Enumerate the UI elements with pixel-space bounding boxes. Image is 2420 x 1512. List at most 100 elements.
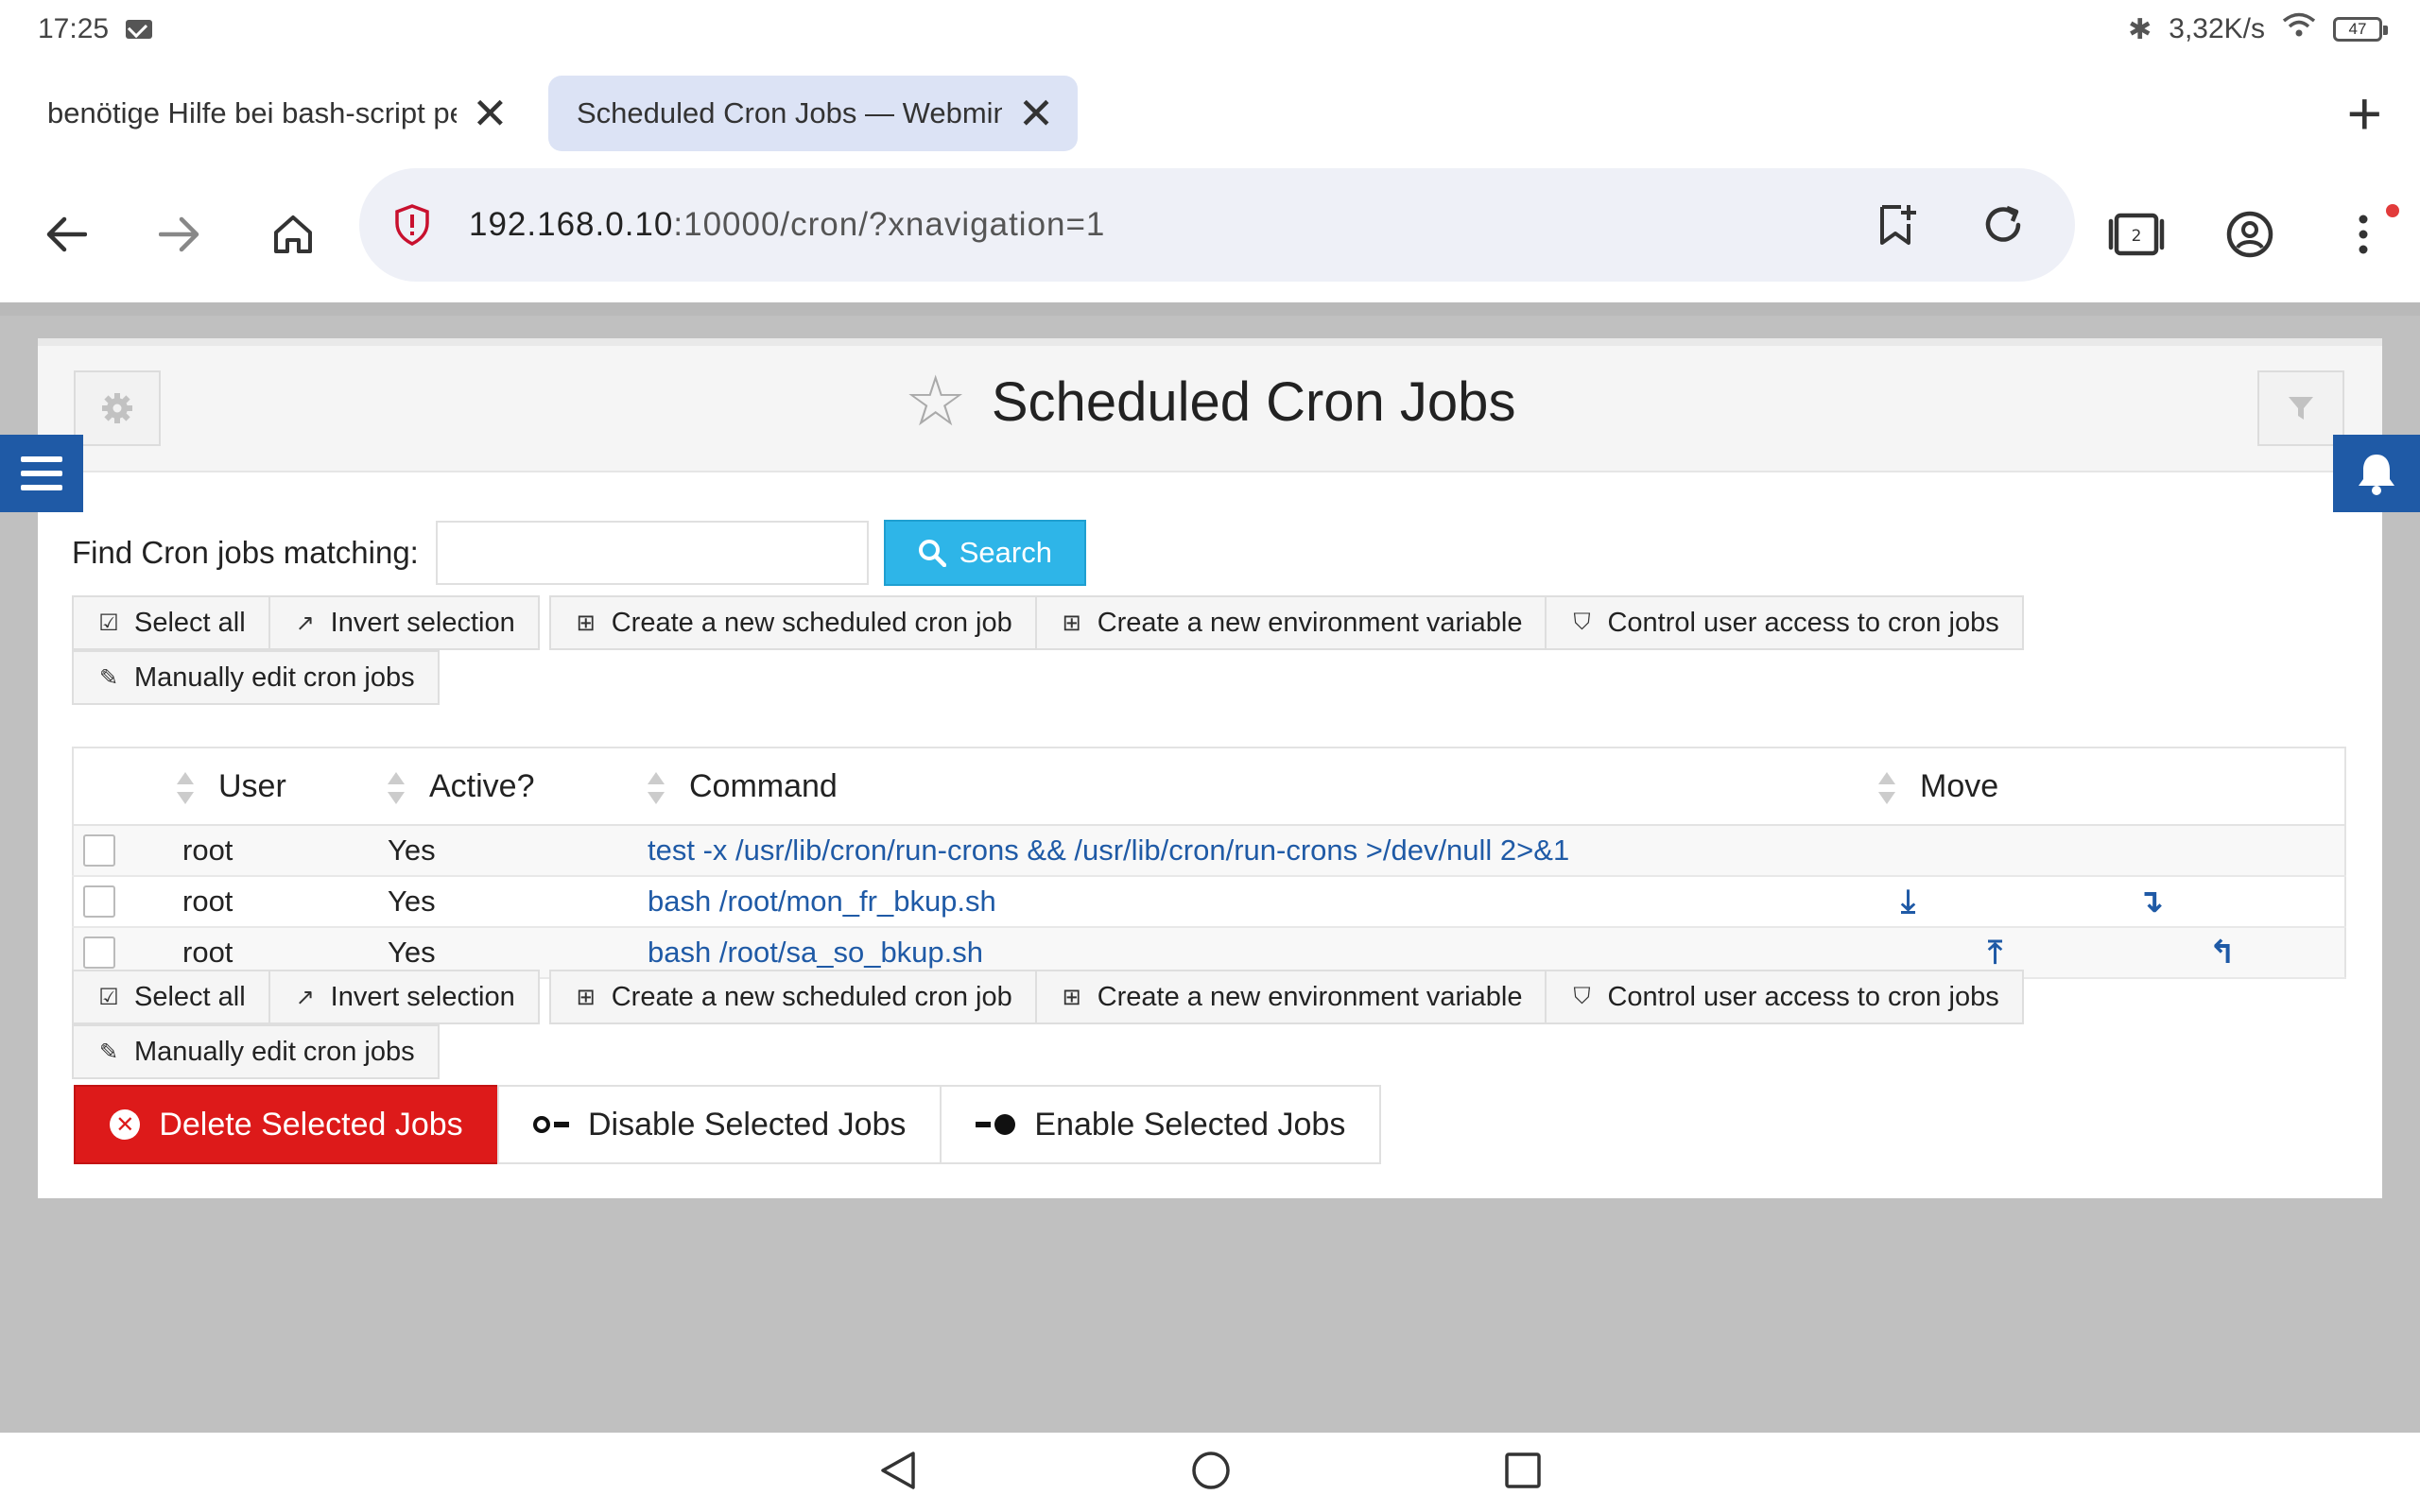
bookmark-add-icon[interactable] [1863,191,1931,259]
search-icon [918,540,946,567]
search-button[interactable]: Search [883,520,1086,586]
control-user-access-button[interactable]: ⛉ Control user access to cron jobs [1545,970,2024,1024]
tab-switcher-icon[interactable]: 2 [2080,197,2193,272]
overflow-menu-icon[interactable] [2307,197,2420,272]
plus-square-icon: ⊞ [576,984,596,1010]
tab-count: 2 [2132,227,2142,246]
reload-icon[interactable] [1969,191,2037,259]
create-job-label: Create a new scheduled cron job [611,981,1012,1012]
move-column-header[interactable]: Move [1878,747,2345,826]
user-column-header[interactable]: User [177,747,388,826]
recents-square-icon[interactable] [1505,1452,1541,1493]
select-all-button[interactable]: ☑ Select all [72,595,270,650]
create-cron-job-button[interactable]: ⊞ Create a new scheduled cron job [548,595,1037,650]
tab-webmin-cron[interactable]: Scheduled Cron Jobs — Webmin ✕ [548,76,1078,151]
manual-edit-button[interactable]: ✎ Manually edit cron jobs [72,650,440,705]
manual-edit-label: Manually edit cron jobs [134,662,415,693]
back-triangle-icon[interactable] [879,1451,917,1495]
select-all-button[interactable]: ☑ Select all [72,970,270,1024]
row-checkbox[interactable] [83,834,115,867]
move-to-top-icon[interactable]: ⤒ [1988,935,2002,971]
move-to-bottom-icon[interactable]: ⤓ [1901,884,1915,920]
manual-edit-button[interactable]: ✎ Manually edit cron jobs [72,1024,440,1079]
times-circle-icon: ✕ [110,1109,141,1140]
url-host: 192.168.0.10 [469,206,674,243]
job-active: Yes [388,825,648,877]
url-text: 192.168.0.10:10000/cron/?xnavigation=1 [469,206,1105,244]
row-checkbox[interactable] [83,885,115,918]
network-speed: 3,32K/s [2169,13,2265,44]
create-env-variable-button[interactable]: ⊞ Create a new environment variable [1034,970,1547,1024]
disable-selected-button[interactable]: Disable Selected Jobs [497,1085,942,1164]
move-down-icon[interactable]: ↴ [2137,883,2165,920]
job-active: Yes [388,876,648,928]
star-icon[interactable]: ☆ [905,367,967,437]
bulk-actions: ✕ Delete Selected Jobs Disable Selected … [74,1085,1382,1164]
job-command-link[interactable]: test -x /usr/lib/cron/run-crons && /usr/… [648,833,1569,867]
sort-icon [177,771,194,804]
tab-help-forum[interactable]: benötige Hilfe bei bash-script per cron … [19,76,529,151]
command-column-header[interactable]: Command [648,747,1878,826]
cron-jobs-table: User Active? Command Move root Yes test … [72,747,2346,979]
enable-selected-button[interactable]: Enable Selected Jobs [940,1085,1382,1164]
browser-toolbar: 192.168.0.10:10000/cron/?xnavigation=1 2 [0,166,2420,302]
search-input[interactable] [435,521,869,585]
search-row: Find Cron jobs matching: Search [72,520,1086,586]
shield-icon: ⛉ [1573,984,1591,1009]
home-circle-icon[interactable] [1191,1451,1231,1495]
search-button-label: Search [959,536,1052,569]
wifi-icon [2282,12,2316,46]
browser-tab-strip: benötige Hilfe bei bash-script per cron … [0,59,2420,166]
sort-icon [1878,771,1895,804]
select-all-label: Select all [134,607,246,638]
job-command-link[interactable]: bash /root/mon_fr_bkup.sh [648,885,996,918]
create-env-label: Create a new environment variable [1097,607,1523,638]
job-command-link[interactable]: bash /root/sa_so_bkup.sh [648,936,983,969]
share-icon: ↗ [295,610,315,636]
tab-label: Scheduled Cron Jobs — Webmin [577,96,1002,129]
close-icon[interactable]: ✕ [1017,92,1055,135]
mail-notification-icon [126,20,153,39]
active-column-header[interactable]: Active? [388,747,648,826]
move-up-icon[interactable]: ↰ [2209,934,2237,971]
row-checkbox[interactable] [83,936,115,969]
invert-selection-button[interactable]: ↗ Invert selection [268,595,540,650]
delete-selected-label: Delete Selected Jobs [159,1106,463,1143]
web-page: ☆ Scheduled Cron Jobs Find Cron jobs mat… [0,302,2420,1433]
shield-icon: ⛉ [1573,610,1591,635]
table-header-row: User Active? Command Move [73,747,2345,826]
control-access-label: Control user access to cron jobs [1607,981,1999,1012]
sort-icon [388,771,405,804]
new-tab-icon[interactable]: + [2347,77,2382,149]
invert-selection-button[interactable]: ↗ Invert selection [268,970,540,1024]
home-icon[interactable] [255,197,331,272]
system-navigation-bar [0,1433,2420,1512]
url-path: :10000/cron/?xnavigation=1 [673,206,1106,243]
create-env-label: Create a new environment variable [1097,981,1523,1012]
bluetooth-icon: ✱ [2128,13,2152,45]
plus-square-icon: ⊞ [576,610,596,636]
back-arrow-icon[interactable] [28,197,104,272]
create-cron-job-button[interactable]: ⊞ Create a new scheduled cron job [548,970,1037,1024]
panel-header: ☆ Scheduled Cron Jobs [38,338,2382,472]
action-buttons-top: ☑ Select all ↗ Invert selection ⊞ Create a … [72,595,2152,705]
bell-icon[interactable] [2333,435,2420,512]
create-env-variable-button[interactable]: ⊞ Create a new environment variable [1034,595,1547,650]
address-bar[interactable]: 192.168.0.10:10000/cron/?xnavigation=1 [359,168,2075,282]
filter-button[interactable] [2257,370,2344,446]
plus-square-icon: ⊞ [1062,984,1081,1010]
share-icon: ↗ [295,984,315,1010]
disable-selected-label: Disable Selected Jobs [588,1106,907,1143]
user-header-label: User [218,767,286,804]
delete-selected-button[interactable]: ✕ Delete Selected Jobs [74,1085,499,1164]
close-icon[interactable]: ✕ [472,92,509,135]
hamburger-menu-icon[interactable] [0,435,83,512]
control-user-access-button[interactable]: ⛉ Control user access to cron jobs [1545,595,2024,650]
manual-edit-label: Manually edit cron jobs [134,1036,415,1067]
plus-square-icon: ⊞ [1062,610,1081,636]
move-header-label: Move [1920,767,1999,804]
action-buttons-bottom: ☑ Select all ↗ Invert selection ⊞ Create a … [72,970,2152,1079]
profile-icon[interactable] [2193,197,2307,272]
forward-arrow-icon[interactable] [142,197,217,272]
shield-warning-icon[interactable] [393,203,431,247]
